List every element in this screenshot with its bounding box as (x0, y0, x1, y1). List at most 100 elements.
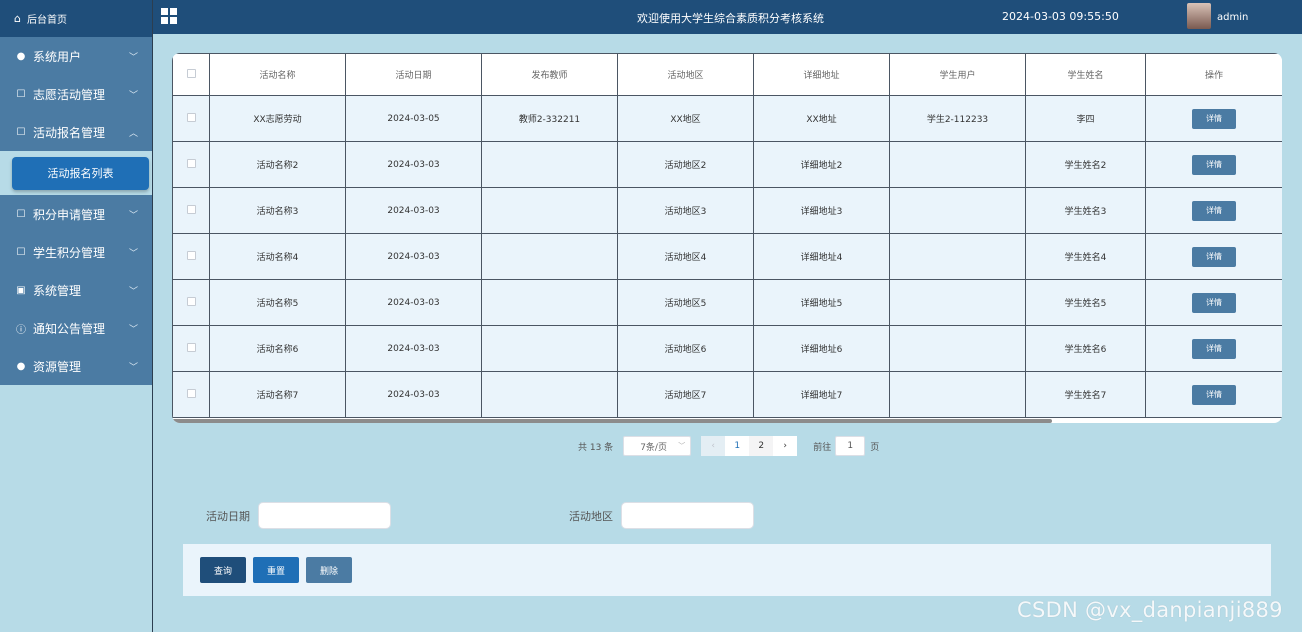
table-cell: 学生姓名7 (1025, 371, 1146, 418)
query-button[interactable]: 查询 (200, 557, 246, 583)
detail-button[interactable]: 详情 (1192, 384, 1236, 405)
row-checkbox[interactable] (186, 250, 196, 260)
sidebar-item-student-points[interactable]: ☐ 学生积分管理 ﹀ (0, 233, 152, 271)
pagination-total: 共 13 条 (578, 442, 614, 453)
table-cell (889, 279, 1026, 326)
delete-button[interactable]: 删除 (306, 557, 352, 583)
column-header: 详细地址 (753, 53, 890, 96)
chevron-down-icon: ﹀ (128, 248, 138, 259)
page-size-select[interactable]: 7条/页 ﹀ (623, 436, 692, 456)
app-title: 欢迎使用大学生综合素质积分考核系统 (637, 12, 824, 25)
detail-button[interactable]: 详情 (1192, 108, 1236, 129)
top-header: 欢迎使用大学生综合素质积分考核系统 2024-03-03 09:55:50 ad… (153, 0, 1302, 34)
table-cell: 2024-03-03 (345, 233, 482, 280)
actions-cell: 详情 (1145, 187, 1282, 234)
table-row: 活动名称2 2024-03-03 活动地区2 详细地址2 学生姓名2 详情 (172, 141, 1282, 188)
row-select-cell[interactable] (172, 95, 210, 142)
actions-cell: 详情 (1145, 233, 1282, 280)
actions-cell: 详情 (1145, 95, 1282, 142)
actions-cell: 详情 (1145, 371, 1282, 418)
table-row: 活动名称6 2024-03-03 活动地区6 详细地址6 学生姓名6 详情 (172, 325, 1282, 372)
sidebar-item-system-users[interactable]: ● 系统用户 ﹀ (0, 37, 152, 75)
row-checkbox[interactable] (186, 342, 196, 352)
chevron-down-icon: ﹀ (128, 90, 138, 101)
sidebar-item-points-application[interactable]: ☐ 积分申请管理 ﹀ (0, 195, 152, 233)
detail-button[interactable]: 详情 (1192, 246, 1236, 267)
next-page-button[interactable]: › (773, 436, 798, 456)
area-input[interactable] (621, 502, 754, 529)
row-select-cell[interactable] (172, 371, 210, 418)
actions-cell: 详情 (1145, 141, 1282, 188)
sidebar-item-system-management[interactable]: ▣ 系统管理 ﹀ (0, 271, 152, 309)
watermark: CSDN @vx_danpianji889 (1017, 598, 1283, 622)
row-checkbox[interactable] (186, 204, 196, 214)
row-select-cell[interactable] (172, 187, 210, 234)
select-all-checkbox[interactable] (186, 68, 196, 78)
sidebar-item-notices[interactable]: ⓘ 通知公告管理 ﹀ (0, 309, 152, 347)
table-row: 活动名称7 2024-03-03 活动地区7 详细地址7 学生姓名7 详情 (172, 371, 1282, 418)
detail-button[interactable]: 详情 (1192, 338, 1236, 359)
row-checkbox[interactable] (186, 296, 196, 306)
table-cell: 活动名称6 (209, 325, 346, 372)
table-cell (481, 279, 618, 326)
horizontal-scrollbar[interactable] (172, 419, 1052, 423)
table-row: XX志愿劳动 2024-03-05 教师2-332211 XX地区 XX地址 学… (172, 95, 1282, 142)
select-all-cell[interactable] (172, 53, 210, 96)
page-1-button[interactable]: 1 (725, 436, 750, 456)
actions-cell: 详情 (1145, 325, 1282, 372)
row-checkbox[interactable] (186, 112, 196, 122)
column-header: 活动日期 (345, 53, 482, 96)
table-header-row: 活动名称 活动日期 发布教师 活动地区 详细地址 学生用户 学生姓名 操作 (172, 53, 1282, 96)
date-input[interactable] (258, 502, 391, 529)
table-cell: 教师2-332211 (481, 95, 618, 142)
sidebar-item-label: 积分申请管理 (33, 207, 106, 222)
sidebar-home[interactable]: ⌂ 后台首页 (0, 0, 152, 37)
sidebar-item-label: 资源管理 (33, 359, 82, 374)
page-size-value: 7条/页 (640, 442, 667, 453)
row-select-cell[interactable] (172, 325, 210, 372)
sidebar-item-label: 学生积分管理 (33, 245, 106, 260)
sidebar-item-volunteer-activities[interactable]: ☐ 志愿活动管理 ﹀ (0, 75, 152, 113)
table-cell: 活动地区2 (617, 141, 754, 188)
sidebar-item-resources[interactable]: ● 资源管理 ﹀ (0, 347, 152, 385)
row-checkbox[interactable] (186, 388, 196, 398)
goto-page-input[interactable]: 1 (835, 436, 866, 456)
row-checkbox[interactable] (186, 158, 196, 168)
chevron-down-icon: ﹀ (128, 324, 138, 335)
table-row: 活动名称4 2024-03-03 活动地区4 详细地址4 学生姓名4 详情 (172, 233, 1282, 280)
edit-icon: ☐ (16, 208, 26, 220)
user-icon: ● (16, 50, 26, 62)
table-row: 活动名称3 2024-03-03 活动地区3 详细地址3 学生姓名3 详情 (172, 187, 1282, 234)
info-icon: ⓘ (16, 324, 26, 336)
avatar[interactable] (1187, 3, 1211, 29)
reset-button[interactable]: 重置 (253, 557, 299, 583)
table-cell (481, 187, 618, 234)
sidebar-item-activity-registration[interactable]: ☐ 活动报名管理 ︿ (0, 113, 152, 151)
prev-page-button[interactable]: ‹ (701, 436, 726, 456)
detail-button[interactable]: 详情 (1192, 200, 1236, 221)
chevron-down-icon: ﹀ (128, 362, 138, 373)
row-select-cell[interactable] (172, 233, 210, 280)
table-cell (481, 371, 618, 418)
table-cell: 学生姓名3 (1025, 187, 1146, 234)
detail-button[interactable]: 详情 (1192, 292, 1236, 313)
row-select-cell[interactable] (172, 141, 210, 188)
column-header: 活动名称 (209, 53, 346, 96)
table-cell: 李四 (1025, 95, 1146, 142)
table-cell: 活动名称7 (209, 371, 346, 418)
sidebar-item-registration-list[interactable]: 活动报名列表 (12, 156, 149, 190)
row-select-cell[interactable] (172, 279, 210, 326)
location-icon: ● (16, 360, 26, 372)
grid-menu-icon[interactable] (161, 8, 177, 24)
table-cell: 活动名称5 (209, 279, 346, 326)
chevron-up-icon: ︿ (128, 128, 138, 139)
detail-button[interactable]: 详情 (1192, 154, 1236, 175)
table-cell: 2024-03-03 (345, 141, 482, 188)
page-2-button[interactable]: 2 (749, 436, 774, 456)
username[interactable]: admin (1217, 12, 1248, 23)
chevron-down-icon: ﹀ (678, 442, 686, 450)
sidebar-divider (152, 0, 153, 632)
actions-cell: 详情 (1145, 279, 1282, 326)
table-cell: 2024-03-05 (345, 95, 482, 142)
column-header: 活动地区 (617, 53, 754, 96)
